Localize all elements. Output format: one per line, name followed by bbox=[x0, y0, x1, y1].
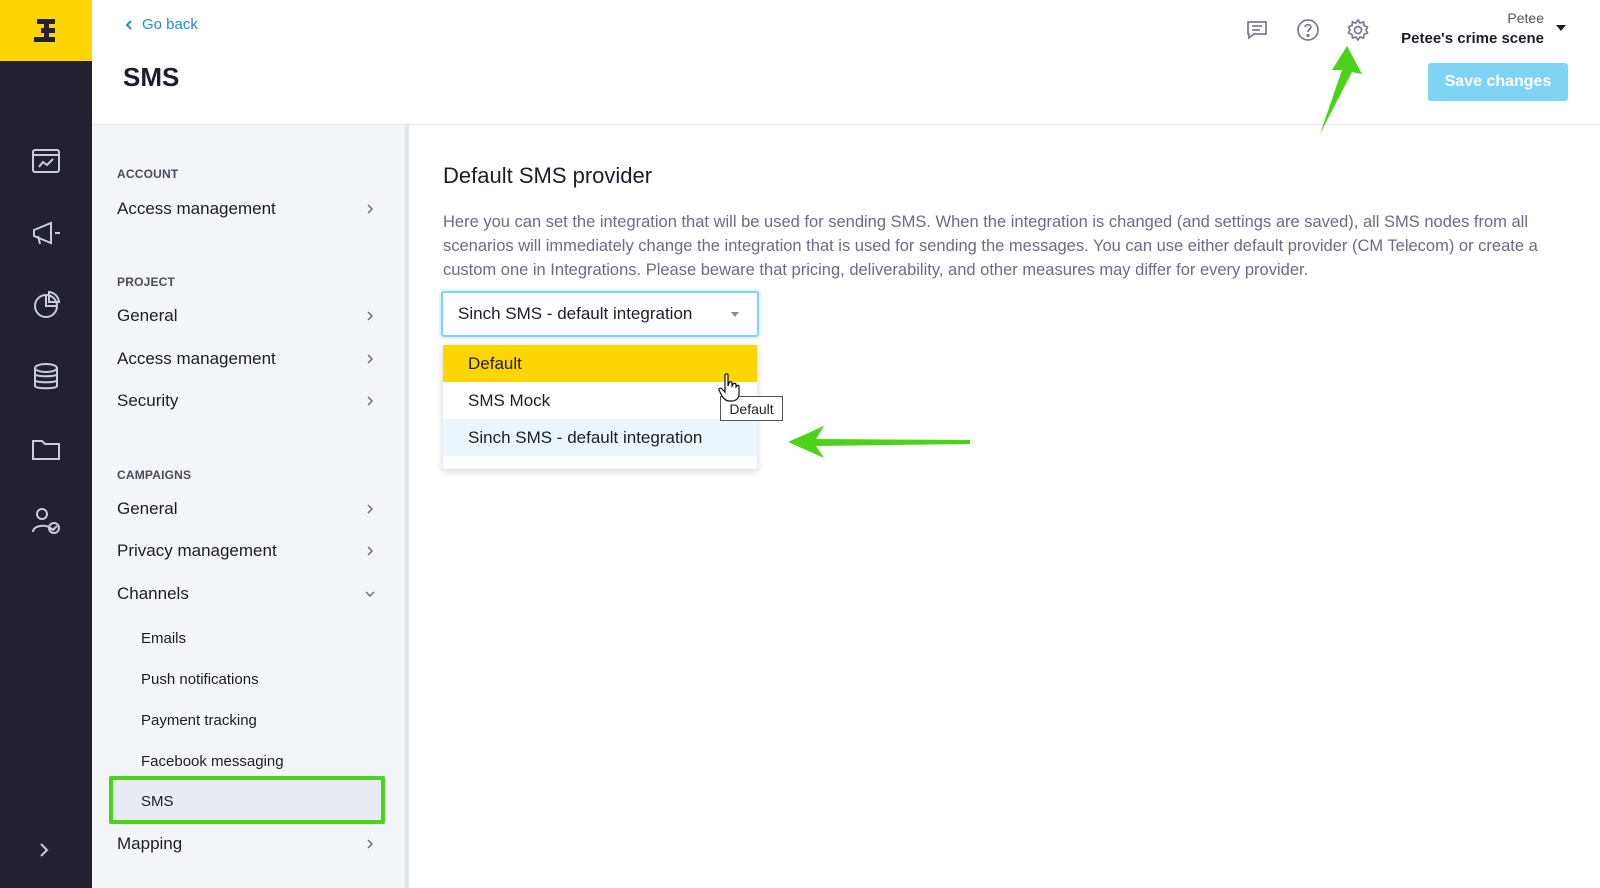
settings-icon[interactable] bbox=[1344, 16, 1372, 44]
sidebar-subitem-push-notifications[interactable]: Push notifications bbox=[141, 671, 259, 688]
sidebar-item-channels[interactable]: Channels bbox=[117, 584, 375, 604]
icon-rail bbox=[0, 0, 92, 888]
caret-down-icon bbox=[731, 312, 739, 317]
save-changes-button[interactable]: Save changes bbox=[1428, 63, 1568, 101]
sidebar-subitem-label: SMS bbox=[141, 793, 174, 810]
sms-provider-dropdown: Default SMS Mock Sinch SMS - default int… bbox=[443, 345, 757, 469]
sidebar-item-label: Channels bbox=[117, 584, 189, 603]
chevron-right-icon bbox=[367, 311, 374, 321]
sidebar-subitem-facebook-messaging[interactable]: Facebook messaging bbox=[141, 753, 284, 770]
logo[interactable] bbox=[0, 0, 92, 61]
chevron-right-icon bbox=[367, 839, 374, 849]
sidebar-item-label: General bbox=[117, 499, 178, 518]
sidebar-item-label: Mapping bbox=[117, 834, 183, 853]
sidebar-item-project-access-management[interactable]: Access management bbox=[117, 349, 375, 369]
sidebar-item-project-general[interactable]: General bbox=[117, 306, 375, 326]
chevron-right-icon bbox=[367, 204, 374, 214]
sms-provider-select[interactable]: Sinch SMS - default integration bbox=[441, 291, 759, 337]
sidebar-item-privacy-management[interactable]: Privacy management bbox=[117, 541, 375, 561]
section-description: Here you can set the integration that wi… bbox=[443, 213, 1538, 279]
sidebar-item-label: Access management bbox=[117, 349, 276, 368]
logo-icon bbox=[34, 18, 55, 42]
chevron-right-icon bbox=[367, 396, 374, 406]
expand-icon[interactable] bbox=[34, 840, 54, 865]
user-name: Petee bbox=[1507, 10, 1544, 26]
option-sinch-sms[interactable]: Sinch SMS - default integration bbox=[443, 419, 757, 456]
sidebar-item-label: General bbox=[117, 306, 178, 325]
chevron-right-icon bbox=[367, 546, 374, 556]
chevron-right-icon bbox=[367, 504, 374, 514]
annotation-arrow-settings bbox=[1320, 46, 1362, 134]
analytics-icon[interactable] bbox=[26, 285, 66, 325]
section-label-account: ACCOUNT bbox=[117, 167, 179, 181]
campaigns-icon[interactable] bbox=[26, 213, 66, 253]
assets-icon[interactable] bbox=[26, 429, 66, 469]
user-menu[interactable]: Petee Petee's crime scene bbox=[1401, 10, 1544, 47]
sidebar-subitem-sms-active[interactable]: SMS bbox=[109, 776, 385, 824]
sidebar-item-label: Access management bbox=[117, 199, 276, 218]
option-default[interactable]: Default bbox=[443, 345, 757, 382]
users-icon[interactable] bbox=[26, 501, 66, 541]
hand-cursor-icon bbox=[718, 373, 740, 408]
option-sms-mock[interactable]: SMS Mock bbox=[443, 382, 757, 419]
select-value: Sinch SMS - default integration bbox=[458, 304, 693, 323]
section-label-project: PROJECT bbox=[117, 275, 176, 289]
page-title: SMS bbox=[123, 62, 180, 92]
annotation-arrow-option bbox=[788, 426, 970, 458]
sidebar-item-label: Privacy management bbox=[117, 541, 277, 560]
go-back-label: Go back bbox=[142, 16, 198, 33]
chevron-right-icon bbox=[367, 354, 374, 364]
section-label-campaigns: CAMPAIGNS bbox=[117, 468, 192, 482]
dashboard-icon[interactable] bbox=[26, 141, 66, 181]
sidebar-item-project-security[interactable]: Security bbox=[117, 391, 375, 411]
sidebar-item-campaigns-general[interactable]: General bbox=[117, 499, 375, 519]
section-title: Default SMS provider bbox=[443, 163, 653, 188]
chevron-left-icon bbox=[125, 19, 132, 30]
help-icon[interactable] bbox=[1294, 16, 1322, 44]
sidebar-item-mapping[interactable]: Mapping bbox=[117, 834, 375, 854]
project-name: Petee's crime scene bbox=[1401, 30, 1544, 47]
sidebar-subitem-payment-tracking[interactable]: Payment tracking bbox=[141, 712, 257, 729]
sidebar-scrollbar[interactable] bbox=[405, 125, 409, 888]
go-back-link[interactable]: Go back bbox=[124, 16, 198, 33]
sidebar-subitem-emails[interactable]: Emails bbox=[141, 630, 186, 647]
caret-down-icon[interactable] bbox=[1556, 25, 1566, 31]
sidebar-item-account-access-management[interactable]: Access management bbox=[117, 199, 375, 219]
chat-icon[interactable] bbox=[1243, 16, 1271, 44]
chevron-down-icon bbox=[365, 591, 375, 598]
data-icon[interactable] bbox=[26, 357, 66, 397]
sidebar-item-label: Security bbox=[117, 391, 179, 410]
